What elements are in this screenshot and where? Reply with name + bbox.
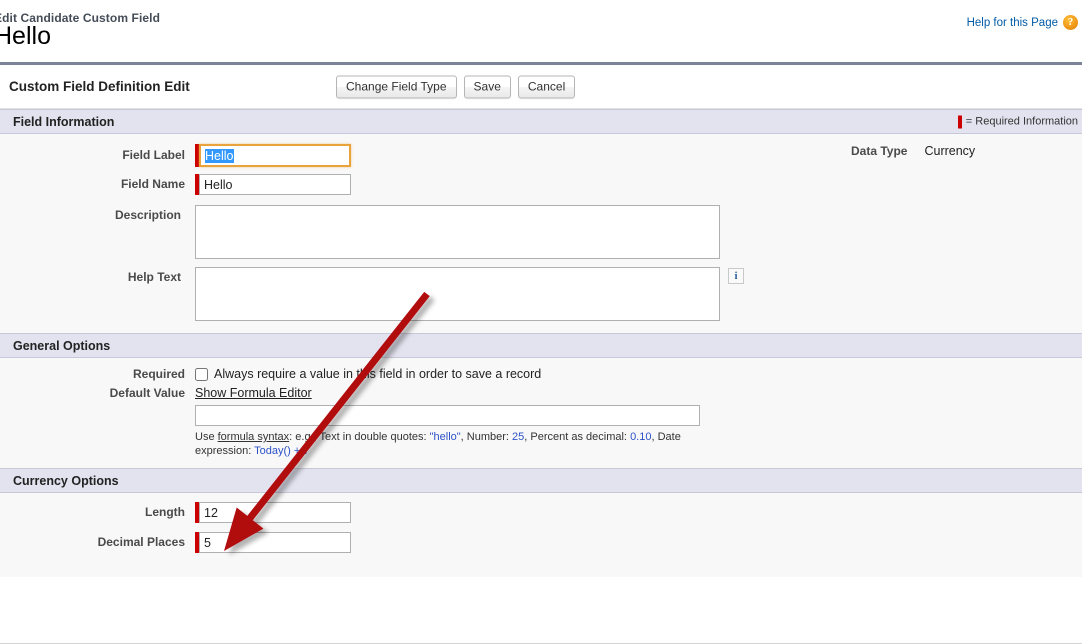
section-header-currency-options: Currency Options xyxy=(0,468,1082,493)
data-type-label: Data Type xyxy=(851,144,908,158)
length-input[interactable] xyxy=(199,502,351,523)
data-type-value: Currency xyxy=(924,144,976,158)
helper-mid1: : e.g., Text in double quotes: xyxy=(289,431,430,443)
currency-options-body: Length Decimal Places xyxy=(0,493,1082,568)
helper-mid3: , Percent as decimal: xyxy=(524,431,631,443)
page-title: Hello xyxy=(0,22,51,50)
save-button[interactable]: Save xyxy=(463,75,511,98)
info-icon[interactable]: i xyxy=(728,268,744,284)
field-information-body: Field Label Data Type Currency Field Nam… xyxy=(0,134,1082,333)
help-text-textarea[interactable] xyxy=(195,267,720,321)
cancel-button[interactable]: Cancel xyxy=(517,75,576,98)
required-checkbox-text: Always require a value in this field in … xyxy=(214,367,542,381)
field-label-input[interactable] xyxy=(199,144,351,167)
help-link[interactable]: Help for this Page xyxy=(967,17,1058,29)
row-description: Description xyxy=(0,205,1082,259)
required-information-legend: = Required Information xyxy=(957,115,1078,128)
row-required: Required Always require a value in this … xyxy=(0,367,1082,381)
section-header-general-options: General Options xyxy=(0,333,1082,358)
helper-value-percent: 0.10 xyxy=(630,431,652,443)
section-title-currency-options: Currency Options xyxy=(13,473,119,488)
data-type-block: Data Type Currency xyxy=(851,144,975,158)
formula-syntax-link[interactable]: formula syntax xyxy=(218,431,290,443)
default-value-input[interactable] xyxy=(195,405,700,426)
description-textarea[interactable] xyxy=(195,205,720,259)
helper-mid2: , Number: xyxy=(460,431,513,443)
show-formula-editor-link[interactable]: Show Formula Editor xyxy=(195,386,312,400)
row-help-text: Help Text i xyxy=(0,267,1082,321)
page-header: Edit Candidate Custom Field Hello Help f… xyxy=(0,0,1082,62)
required-checkbox[interactable] xyxy=(195,367,208,381)
description-label: Description xyxy=(114,208,181,222)
helper-value-number: 25 xyxy=(512,431,525,443)
form-title: Custom Field Definition Edit xyxy=(9,79,190,94)
toolbar-button-group: Change Field Type Save Cancel xyxy=(336,75,576,98)
section-title-field-information: Field Information xyxy=(13,114,115,129)
form-toolbar: Custom Field Definition Edit Change Fiel… xyxy=(0,65,1082,109)
change-field-type-button[interactable]: Change Field Type xyxy=(336,75,457,98)
decimal-places-input[interactable] xyxy=(199,532,351,553)
required-label: Required xyxy=(132,367,185,381)
required-legend-text: = Required Information xyxy=(965,115,1078,128)
help-text-label: Help Text xyxy=(127,270,181,284)
required-marker-icon xyxy=(957,115,962,128)
row-field-name: Field Name xyxy=(0,174,1082,196)
question-mark-icon[interactable]: ? xyxy=(1063,15,1078,30)
field-name-label: Field Name xyxy=(120,177,185,191)
formula-syntax-helper: Use formula syntax: e.g., Text in double… xyxy=(195,430,715,458)
custom-field-edit-panel: Custom Field Definition Edit Change Fiel… xyxy=(0,62,1082,644)
field-label-label: Field Label xyxy=(122,148,185,162)
default-value-label: Default Value xyxy=(109,386,185,400)
general-options-body: Required Always require a value in this … xyxy=(0,358,1082,468)
helper-prefix: Use xyxy=(195,431,218,443)
row-decimal-places: Decimal Places xyxy=(0,532,1082,554)
decimal-places-label: Decimal Places xyxy=(97,535,185,549)
length-label: Length xyxy=(145,505,185,519)
row-field-label: Field Label Data Type Currency xyxy=(0,144,1082,168)
field-name-input[interactable] xyxy=(199,174,351,195)
section-header-field-information: Field Information = Required Information xyxy=(0,109,1082,134)
help-for-this-page[interactable]: Help for this Page ? xyxy=(967,15,1078,30)
section-title-general-options: General Options xyxy=(13,338,111,353)
row-default-value: Default Value Show Formula Editor Use fo… xyxy=(0,386,1082,458)
helper-value-text: "hello" xyxy=(429,431,461,443)
row-length: Length xyxy=(0,502,1082,524)
helper-value-date: Today() + 7 xyxy=(254,445,310,457)
